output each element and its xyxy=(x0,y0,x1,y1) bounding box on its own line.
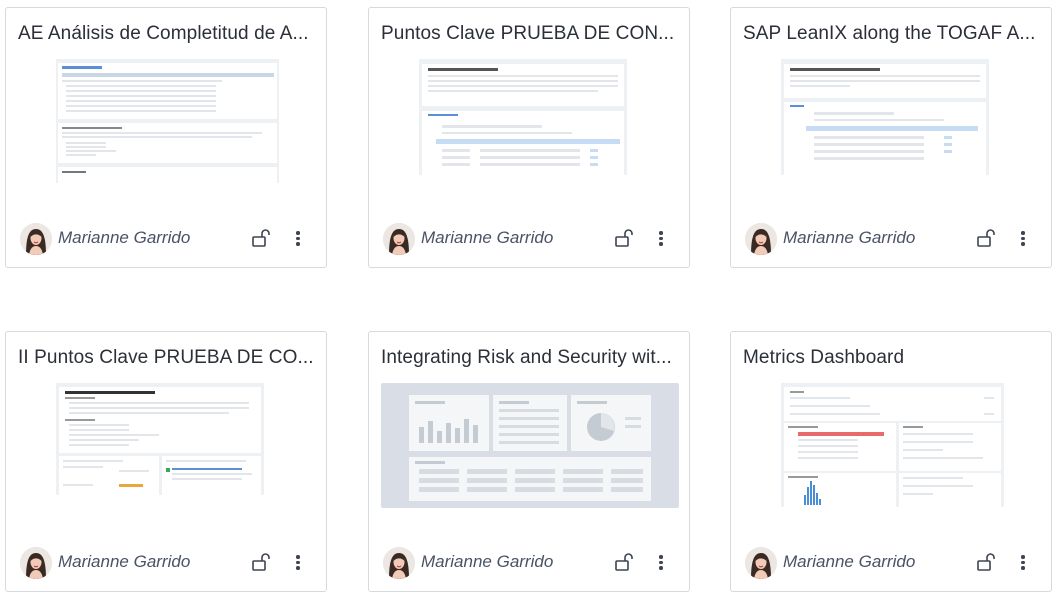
avatar xyxy=(745,547,777,579)
card-ii-puntos-clave[interactable]: II Puntos Clave PRUEBA DE CO... Marianne… xyxy=(5,331,327,592)
avatar xyxy=(745,223,777,255)
unlock-icon[interactable] xyxy=(613,551,635,573)
card-thumbnail[interactable] xyxy=(781,59,989,175)
avatar xyxy=(20,223,52,255)
card-thumbnail[interactable] xyxy=(419,59,627,175)
more-vertical-icon[interactable] xyxy=(1015,551,1031,573)
more-vertical-icon[interactable] xyxy=(653,551,669,573)
more-vertical-icon[interactable] xyxy=(290,551,306,573)
owner-name: Marianne Garrido xyxy=(58,228,191,247)
card-title[interactable]: II Puntos Clave PRUEBA DE CO... xyxy=(18,346,318,370)
card-sap-leanix[interactable]: SAP LeanIX along the TOGAF A... Marianne… xyxy=(730,7,1052,268)
owner-name: Marianne Garrido xyxy=(58,552,191,571)
card-thumbnail[interactable] xyxy=(56,383,264,495)
card-title[interactable]: Metrics Dashboard xyxy=(743,346,1043,370)
avatar xyxy=(383,223,415,255)
card-title[interactable]: Integrating Risk and Security wit... xyxy=(381,346,681,370)
owner-name: Marianne Garrido xyxy=(783,552,916,571)
unlock-icon[interactable] xyxy=(975,227,997,249)
card-thumbnail[interactable] xyxy=(781,383,1004,507)
owner-name: Marianne Garrido xyxy=(783,228,916,247)
card-puntos-clave[interactable]: Puntos Clave PRUEBA DE CON... Marianne G… xyxy=(368,7,690,268)
card-thumbnail[interactable] xyxy=(381,383,679,508)
more-vertical-icon[interactable] xyxy=(290,227,306,249)
more-vertical-icon[interactable] xyxy=(1015,227,1031,249)
unlock-icon[interactable] xyxy=(250,227,272,249)
more-vertical-icon[interactable] xyxy=(653,227,669,249)
card-title[interactable]: AE Análisis de Completitud de A... xyxy=(18,22,318,46)
unlock-icon[interactable] xyxy=(613,227,635,249)
card-ae-analisis[interactable]: AE Análisis de Completitud de A... Maria xyxy=(5,7,327,268)
unlock-icon[interactable] xyxy=(975,551,997,573)
card-thumbnail[interactable] xyxy=(56,59,279,183)
card-title[interactable]: SAP LeanIX along the TOGAF A... xyxy=(743,22,1043,46)
card-integrating-risk[interactable]: Integrating Risk and Security wit... Mar… xyxy=(368,331,690,592)
owner-name: Marianne Garrido xyxy=(421,552,554,571)
owner-name: Marianne Garrido xyxy=(421,228,554,247)
card-title[interactable]: Puntos Clave PRUEBA DE CON... xyxy=(381,22,681,46)
card-metrics-dashboard[interactable]: Metrics Dashboard Marianne Garrido xyxy=(730,331,1052,592)
unlock-icon[interactable] xyxy=(250,551,272,573)
avatar xyxy=(20,547,52,579)
avatar xyxy=(383,547,415,579)
